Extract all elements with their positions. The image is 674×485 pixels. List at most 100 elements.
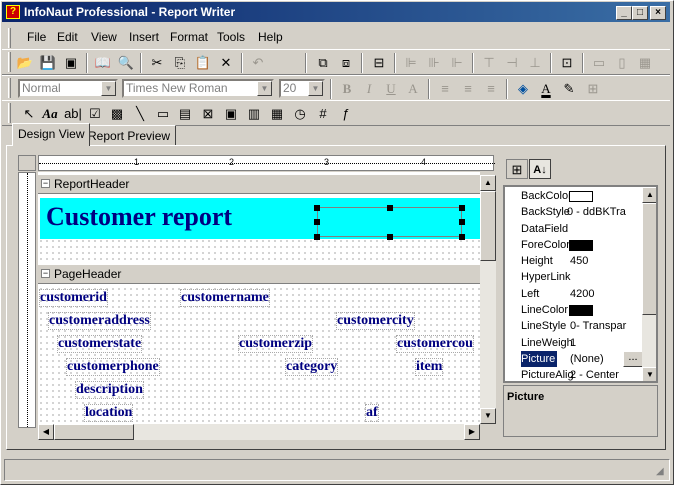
calendar-tool-icon[interactable]: ▦ [266,104,288,124]
font-color-letter-icon[interactable]: A [402,79,424,99]
menu-tools[interactable]: Tools [217,30,245,44]
prop-backstyle[interactable]: BackStyle 0 - ddBKTra [505,204,645,220]
field-customername[interactable]: customername [180,289,270,307]
fill-color-icon[interactable]: ◈ [512,79,534,99]
open-icon[interactable]: 📂 [14,53,36,73]
save-all-icon[interactable]: ▣ [60,53,82,73]
same-width-icon[interactable]: ▭ [588,53,610,73]
collapse-icon[interactable]: − [41,269,50,278]
field-item[interactable]: item [415,358,444,376]
italic-icon[interactable]: I [358,79,380,99]
maximize-button[interactable]: □ [632,6,648,20]
send-to-back-icon[interactable]: ⧈ [335,53,357,73]
scroll-thumb[interactable] [480,191,496,261]
delete-icon[interactable]: ✕ [215,53,237,73]
chevron-down-icon[interactable]: ▼ [308,81,323,96]
formula-tool-icon[interactable]: ƒ [335,104,357,124]
toolbar-grip[interactable] [8,52,11,72]
prop-lineweight[interactable]: LineWeigh 1 [505,335,645,351]
menu-help[interactable]: Help [258,30,283,44]
book-icon[interactable]: 📖 [92,53,114,73]
field-customerzip[interactable]: customerzip [238,335,314,353]
field-customercity[interactable]: customercity [336,312,415,330]
resize-handle[interactable] [459,219,465,225]
report-title[interactable]: Customer report [46,202,232,232]
selected-control[interactable] [317,207,462,237]
align-top-icon[interactable]: ⊤ [478,53,500,73]
properties-icon[interactable]: ⊟ [368,53,390,73]
textbox-tool-icon[interactable]: ab| [62,104,84,124]
design-surface[interactable]: − ReportHeader Customer report − PageHea… [38,172,480,424]
border-icon[interactable]: ⊞ [582,79,604,99]
alphabetic-sort-icon[interactable]: A↓ [529,159,551,179]
tab-design-view[interactable]: Design View [12,123,91,146]
scroll-right-icon[interactable]: ▶ [464,424,480,440]
align-center-icon[interactable]: ⊪ [423,53,445,73]
font-select[interactable]: Times New Roman ▼ [122,79,274,98]
field-customercountry[interactable]: customercou [396,335,474,353]
menu-file[interactable]: File [27,30,46,44]
checkbox-tool-icon[interactable]: ☑ [84,104,106,124]
prop-linecolor[interactable]: LineColor [505,302,645,318]
resize-handle[interactable] [314,219,320,225]
prop-picture[interactable]: Picture (None) ... [505,351,645,367]
close-button[interactable]: × [650,6,666,20]
prop-picturealign[interactable]: PictureAlig 2 - Center [505,367,645,381]
align-left-icon[interactable]: ⊫ [400,53,422,73]
fore-color-icon[interactable]: A [535,79,557,99]
resize-handle[interactable] [387,205,393,211]
text-align-center-icon[interactable]: ≡ [457,79,479,99]
prop-hyperlink[interactable]: HyperLink [505,269,645,285]
same-size-icon[interactable]: ▦ [634,53,656,73]
align-middle-icon[interactable]: ⊣ [501,53,523,73]
align-bottom-icon[interactable]: ⊥ [524,53,546,73]
paste-icon[interactable]: 📋 [192,53,214,73]
menu-insert[interactable]: Insert [129,30,159,44]
property-grid[interactable]: BackColor BackStyle 0 - ddBKTra DataFiel… [504,186,657,382]
scroll-down-icon[interactable]: ▼ [480,408,496,424]
prop-height[interactable]: Height 450 [505,253,645,269]
copy-icon[interactable]: ⎘ [169,53,191,73]
label-tool-icon[interactable]: Aa [39,104,61,124]
clock-tool-icon[interactable]: ◷ [289,104,311,124]
resize-handle[interactable] [459,234,465,240]
line-tool-icon[interactable]: ╲ [129,104,151,124]
menu-edit[interactable]: Edit [57,30,78,44]
scroll-up-icon[interactable]: ▲ [642,187,656,203]
size-to-grid-icon[interactable]: ⊡ [556,53,578,73]
resize-handle[interactable] [387,234,393,240]
resize-handle[interactable] [314,234,320,240]
same-height-icon[interactable]: ▯ [611,53,633,73]
chevron-down-icon[interactable]: ▼ [101,81,116,96]
toolbar-grip[interactable] [8,78,11,98]
resize-handle[interactable] [314,205,320,211]
menu-view[interactable]: View [91,30,117,44]
app-icon[interactable]: ? [6,5,20,19]
categorized-icon[interactable]: ⊞ [506,159,528,179]
scroll-left-icon[interactable]: ◀ [38,424,54,440]
field-af[interactable]: af [365,404,379,422]
field-category[interactable]: category [285,358,339,376]
bold-icon[interactable]: B [336,79,358,99]
cut-icon[interactable]: ✂ [146,53,168,73]
bring-to-front-icon[interactable]: ⧉ [312,53,334,73]
underline-icon[interactable]: U [380,79,402,99]
prop-linestyle[interactable]: LineStyle 0- Transpar [505,318,645,334]
resize-handle[interactable] [459,205,465,211]
collapse-icon[interactable]: − [41,179,50,188]
field-customeraddress[interactable]: customeraddress [48,312,151,330]
field-customerstate[interactable]: customerstate [57,335,143,353]
prop-forecolor[interactable]: ForeColor [505,237,645,253]
field-customerphone[interactable]: customerphone [66,358,160,376]
richtext-tool-icon[interactable]: ▤ [174,104,196,124]
font-size-select[interactable]: 20 ▼ [279,79,325,98]
minimize-button[interactable]: _ [616,6,632,20]
title-bar[interactable]: ? InfoNaut Professional - Report Writer … [2,2,670,22]
toolbar-grip[interactable] [8,103,11,123]
field-customerid[interactable]: customerid [39,289,108,307]
page-header-bar[interactable]: − PageHeader [38,264,480,284]
field-location[interactable]: location [84,404,134,422]
scroll-thumb[interactable] [54,424,134,440]
props-scrollbar[interactable]: ▲ ▼ [642,187,656,381]
field-description[interactable]: description [75,381,144,399]
